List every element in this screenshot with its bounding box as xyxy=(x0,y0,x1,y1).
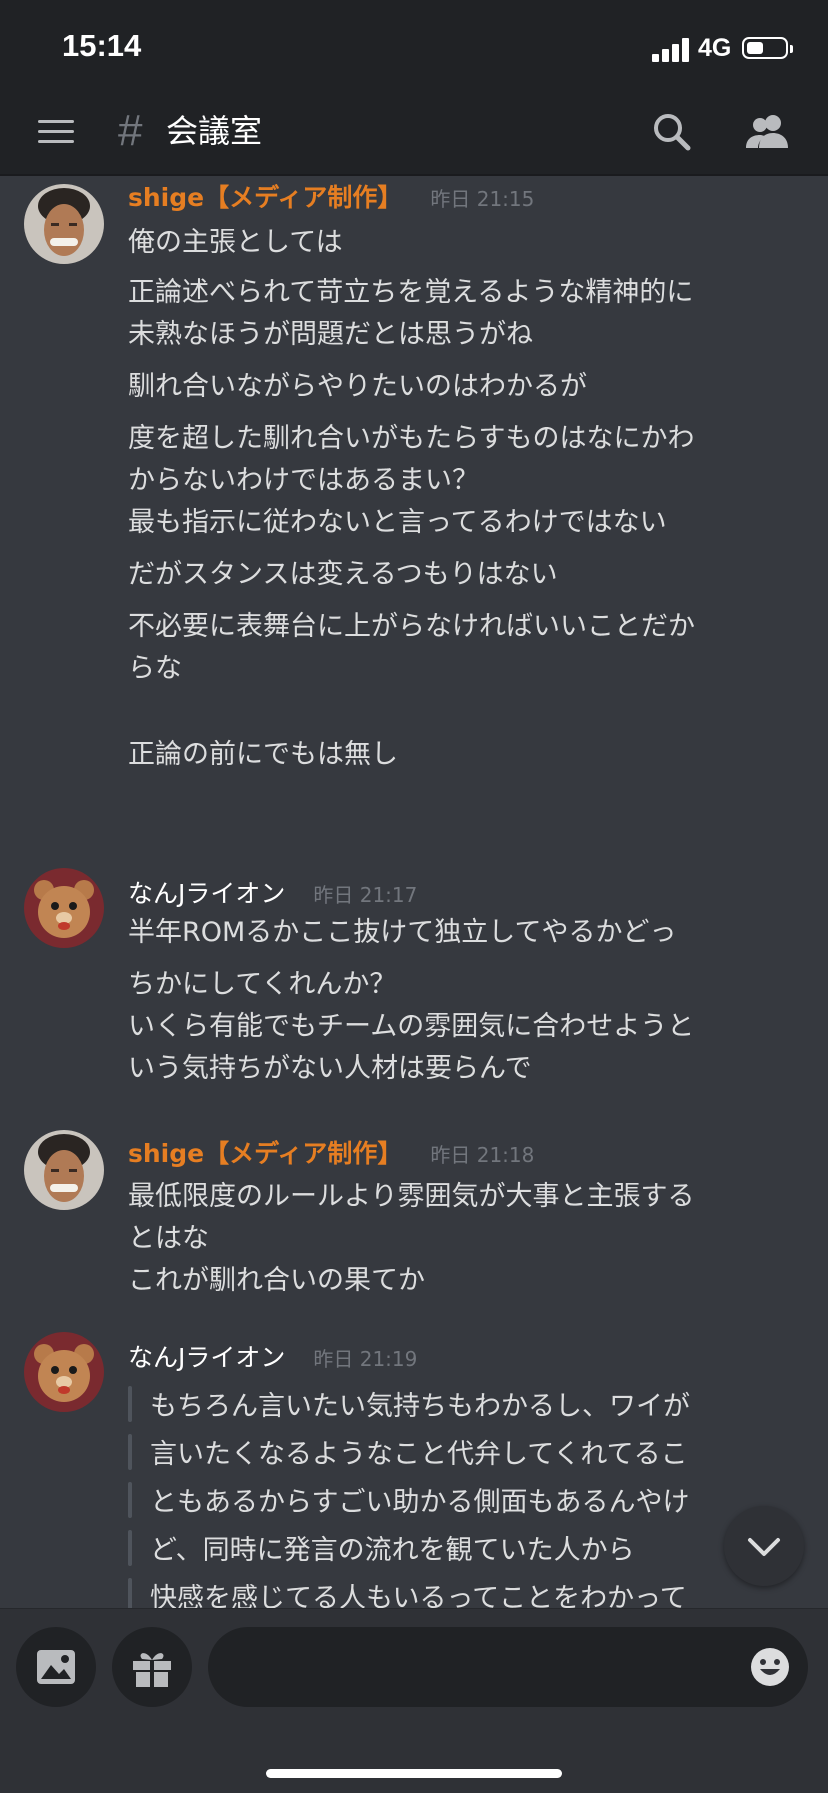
username[interactable]: shige【メディア制作】 xyxy=(128,183,402,212)
channel-header: # 会議室 xyxy=(0,90,828,176)
message-line: いう気持ちがない人材は要らんで xyxy=(128,1053,532,1084)
message-header: なんJライオン 昨日 21:19 xyxy=(128,1338,417,1378)
quote-line: 言いたくなるようなこと代弁してくれてるこ xyxy=(150,1439,688,1470)
battery-icon xyxy=(742,37,793,59)
network-type: 4G xyxy=(698,34,732,62)
message-line: 度を超した馴れ合いがもたらすものはなにかわ xyxy=(128,423,695,454)
menu-icon[interactable] xyxy=(38,118,74,146)
members-icon[interactable] xyxy=(742,110,792,154)
quote-bar xyxy=(128,1482,132,1518)
status-bar: 15:14 4G xyxy=(0,0,828,90)
gift-icon xyxy=(133,1653,171,1687)
scroll-to-bottom-button[interactable] xyxy=(724,1506,804,1586)
signal-icon xyxy=(652,38,692,62)
emoji-button[interactable] xyxy=(750,1647,790,1687)
quote-bar xyxy=(128,1434,132,1470)
message-list[interactable]: shige【メディア制作】 昨日 21:15 俺の主張としては 正論述べられて苛立… xyxy=(0,178,828,1608)
image-icon xyxy=(37,1650,75,1684)
quote-line: 快感を感じてる人もいるってことをわかって xyxy=(150,1583,687,1608)
chevron-down-icon xyxy=(748,1538,780,1556)
avatar[interactable] xyxy=(24,1130,104,1210)
username[interactable]: なんJライオン xyxy=(128,1343,285,1372)
username[interactable]: なんJライオン xyxy=(128,879,285,908)
message-line: 正論の前にでもは無し xyxy=(128,739,398,770)
message-line: 最低限度のルールより雰囲気が大事と主張する xyxy=(128,1181,695,1212)
quote-line: ど、同時に発言の流れを観ていた人から xyxy=(150,1535,635,1566)
message-line: 未熟なほうが問題だとは思うがね xyxy=(128,319,533,350)
quote-line: ともあるからすごい助かる側面もあるんやけ xyxy=(150,1487,690,1518)
message-line: だがスタンスは変えるつもりはない xyxy=(128,559,558,590)
avatar[interactable] xyxy=(24,184,104,264)
gift-button[interactable] xyxy=(112,1627,192,1707)
timestamp: 昨日 21:15 xyxy=(430,187,535,211)
message-line: からないわけではあるまい？ xyxy=(128,465,479,496)
status-time: 15:14 xyxy=(62,28,142,63)
message-line: 最も指示に従わないと言ってるわけではない xyxy=(128,507,667,538)
quote-bar xyxy=(128,1578,132,1608)
message-header: shige【メディア制作】 昨日 21:18 xyxy=(128,1134,534,1174)
timestamp: 昨日 21:17 xyxy=(313,883,418,907)
message-line: 俺の主張としては xyxy=(128,227,343,258)
message-line: 正論述べられて苛立ちを覚えるような精神的に xyxy=(128,277,694,308)
upload-image-button[interactable] xyxy=(16,1627,96,1707)
emoji-icon xyxy=(751,1648,789,1686)
avatar[interactable] xyxy=(24,1332,104,1412)
channel-name: 会議室 xyxy=(166,112,263,150)
message-line: これが馴れ合いの果てか xyxy=(128,1265,425,1296)
message-header: なんJライオン 昨日 21:17 xyxy=(128,874,417,914)
channel-hash-icon: # xyxy=(118,106,143,155)
home-indicator[interactable] xyxy=(266,1769,562,1778)
avatar[interactable] xyxy=(24,868,104,948)
quote-bar xyxy=(128,1530,132,1566)
message-line: 馴れ合いながらやりたいのはわかるが xyxy=(128,371,587,402)
quote-line: もちろん言いたい気持ちもわかるし、ワイが xyxy=(150,1391,690,1422)
message-input[interactable] xyxy=(208,1627,808,1707)
message-line: とはな xyxy=(128,1223,209,1254)
message-header: shige【メディア制作】 昨日 21:15 xyxy=(128,178,534,218)
message-composer xyxy=(0,1608,828,1793)
timestamp: 昨日 21:19 xyxy=(313,1347,418,1371)
timestamp: 昨日 21:18 xyxy=(430,1143,535,1167)
message-line: いくら有能でもチームの雰囲気に合わせようと xyxy=(128,1011,695,1042)
message-line: らな xyxy=(128,653,182,684)
search-icon[interactable] xyxy=(650,110,694,154)
username[interactable]: shige【メディア制作】 xyxy=(128,1139,402,1168)
message-line: 不必要に表舞台に上がらなければいいことだか xyxy=(128,611,695,642)
message-line: ちかにしてくれんか？ xyxy=(128,969,397,1000)
message-line: 半年ROMるかここ抜けて独立してやるかどっ xyxy=(128,917,677,948)
quote-bar xyxy=(128,1386,132,1422)
